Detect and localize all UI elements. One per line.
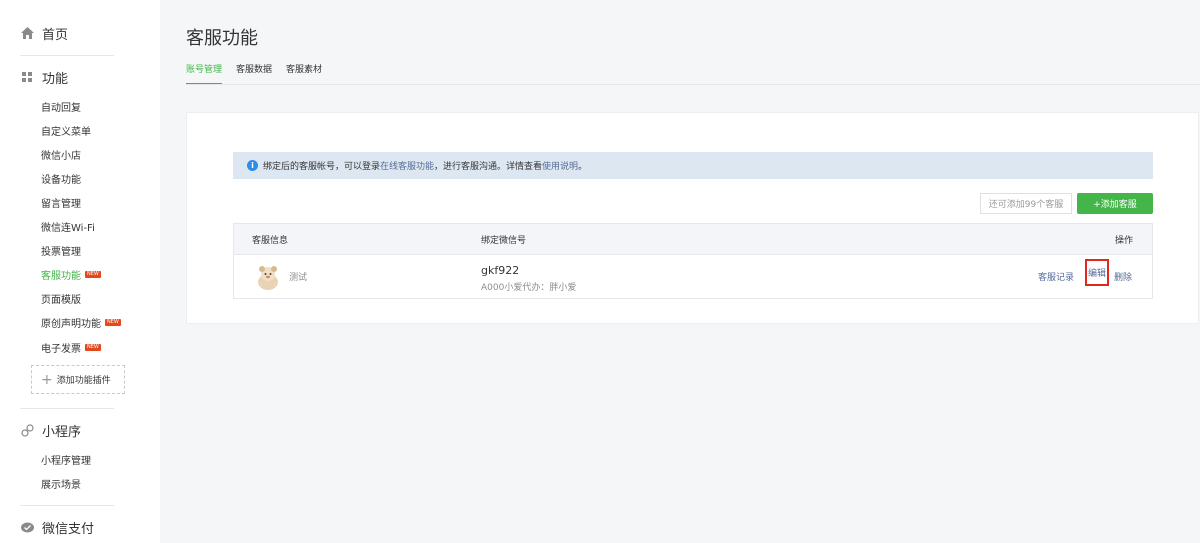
sidebar-item-label: 页面模版 xyxy=(41,294,81,306)
usage-guide-link[interactable]: 使用说明 xyxy=(542,159,578,172)
tab-service-materials[interactable]: 客服素材 xyxy=(286,62,322,85)
nav-miniprogram-label: 小程序 xyxy=(42,424,82,440)
service-table: 客服信息 绑定微信号 操作 测试 gkf922 A000小爱代办：胖小爱 客服记… xyxy=(233,223,1153,299)
sidebar-item-invoice[interactable]: 电子发票 NEW xyxy=(41,340,101,355)
sidebar-item-device[interactable]: 设备功能 xyxy=(41,171,81,186)
miniprogram-icon xyxy=(20,423,34,437)
nav-home-label: 首页 xyxy=(42,27,69,43)
new-badge: NEW xyxy=(85,343,101,351)
divider xyxy=(20,505,114,506)
sidebar-item-customer-service[interactable]: 客服功能 NEW xyxy=(41,267,101,282)
nav-miniprogram[interactable]: 小程序 xyxy=(0,420,81,440)
add-plugin-button[interactable]: + 添加功能插件 xyxy=(31,365,125,394)
avatar xyxy=(254,263,282,291)
grid-icon xyxy=(20,70,34,84)
info-icon: i xyxy=(247,160,258,171)
sidebar-item-label: 自定义菜单 xyxy=(41,126,91,138)
service-record-link[interactable]: 客服记录 xyxy=(1038,270,1074,283)
edit-link[interactable]: 编辑 xyxy=(1085,259,1110,286)
nav-home[interactable]: 首页 xyxy=(0,23,68,43)
content-panel: i 绑定后的客服帐号，可以登录 在线客服功能 ，进行客服沟通。详情查看 使用说明… xyxy=(186,112,1199,324)
tabs-divider xyxy=(186,84,1200,85)
nav-wechat-pay[interactable]: 微信支付 xyxy=(0,517,94,537)
new-badge: NEW xyxy=(85,270,101,278)
nav-wechat-pay-label: 微信支付 xyxy=(42,521,95,537)
sidebar-item-mini-manage[interactable]: 小程序管理 xyxy=(41,452,91,467)
sidebar-item-auto-reply[interactable]: 自动回复 xyxy=(41,99,81,114)
home-icon xyxy=(20,26,34,40)
divider xyxy=(20,55,114,56)
page-title: 客服功能 xyxy=(186,28,258,49)
new-badge: NEW xyxy=(105,318,121,326)
sidebar: 首页 功能 自动回复 自定义菜单 微信小店 设备功能 留言管理 微信连Wi-Fi… xyxy=(0,0,160,543)
divider xyxy=(20,408,114,409)
delete-link[interactable]: 删除 xyxy=(1114,270,1132,283)
plus-icon: + xyxy=(41,371,53,388)
table-row: 测试 gkf922 A000小爱代办：胖小爱 客服记录 编辑 删除 xyxy=(234,254,1152,298)
table-header: 客服信息 绑定微信号 操作 xyxy=(234,224,1152,254)
sidebar-item-label: 留言管理 xyxy=(41,198,81,210)
sidebar-item-display-scene[interactable]: 展示场景 xyxy=(41,476,81,491)
sidebar-item-page-template[interactable]: 页面模版 xyxy=(41,291,81,306)
wechat-nickname: A000小爱代办：胖小爱 xyxy=(481,283,577,293)
sidebar-item-label: 自动回复 xyxy=(41,102,81,114)
nav-functions[interactable]: 功能 xyxy=(0,67,68,87)
sidebar-item-label: 原创声明功能 xyxy=(41,318,101,330)
tab-account-management[interactable]: 账号管理 xyxy=(186,62,223,85)
sidebar-item-label: 微信连Wi-Fi xyxy=(41,222,95,234)
remaining-count-button: 还可添加99个客服 xyxy=(980,193,1072,214)
add-service-button[interactable]: +添加客服 xyxy=(1077,193,1153,214)
tab-bar: 账号管理 客服数据 客服素材 xyxy=(186,62,336,85)
notice-text-prefix: 绑定后的客服帐号，可以登录 xyxy=(263,162,381,172)
sidebar-item-comments[interactable]: 留言管理 xyxy=(41,195,81,210)
header-info: 客服信息 xyxy=(252,235,289,246)
add-plugin-label: 添加功能插件 xyxy=(56,376,111,386)
sidebar-item-original[interactable]: 原创声明功能 NEW xyxy=(41,315,121,330)
sidebar-item-label: 微信小店 xyxy=(41,150,81,162)
notice-text-suffix: 。 xyxy=(578,162,588,172)
sidebar-item-custom-menu[interactable]: 自定义菜单 xyxy=(41,123,91,138)
sidebar-item-wechat-store[interactable]: 微信小店 xyxy=(41,147,81,162)
info-notice: i 绑定后的客服帐号，可以登录 在线客服功能 ，进行客服沟通。详情查看 使用说明… xyxy=(233,152,1153,179)
sidebar-item-label: 设备功能 xyxy=(41,174,81,186)
wechat-pay-icon xyxy=(20,520,34,534)
sidebar-item-label: 客服功能 xyxy=(41,270,81,282)
service-name: 测试 xyxy=(289,273,308,283)
nav-functions-label: 功能 xyxy=(42,71,69,87)
sidebar-item-label: 投票管理 xyxy=(41,246,81,258)
sidebar-item-wifi[interactable]: 微信连Wi-Fi xyxy=(41,219,95,234)
sidebar-item-vote[interactable]: 投票管理 xyxy=(41,243,81,258)
wechat-id: gkf922 xyxy=(481,264,520,277)
notice-text-middle: ，进行客服沟通。详情查看 xyxy=(434,162,543,172)
tab-service-data[interactable]: 客服数据 xyxy=(236,62,272,85)
sidebar-item-label: 电子发票 xyxy=(41,343,81,355)
sidebar-item-label: 小程序管理 xyxy=(41,455,91,467)
header-wechat: 绑定微信号 xyxy=(481,235,527,246)
header-ops: 操作 xyxy=(1115,235,1134,246)
online-service-link[interactable]: 在线客服功能 xyxy=(380,159,434,172)
sidebar-item-label: 展示场景 xyxy=(41,479,81,491)
